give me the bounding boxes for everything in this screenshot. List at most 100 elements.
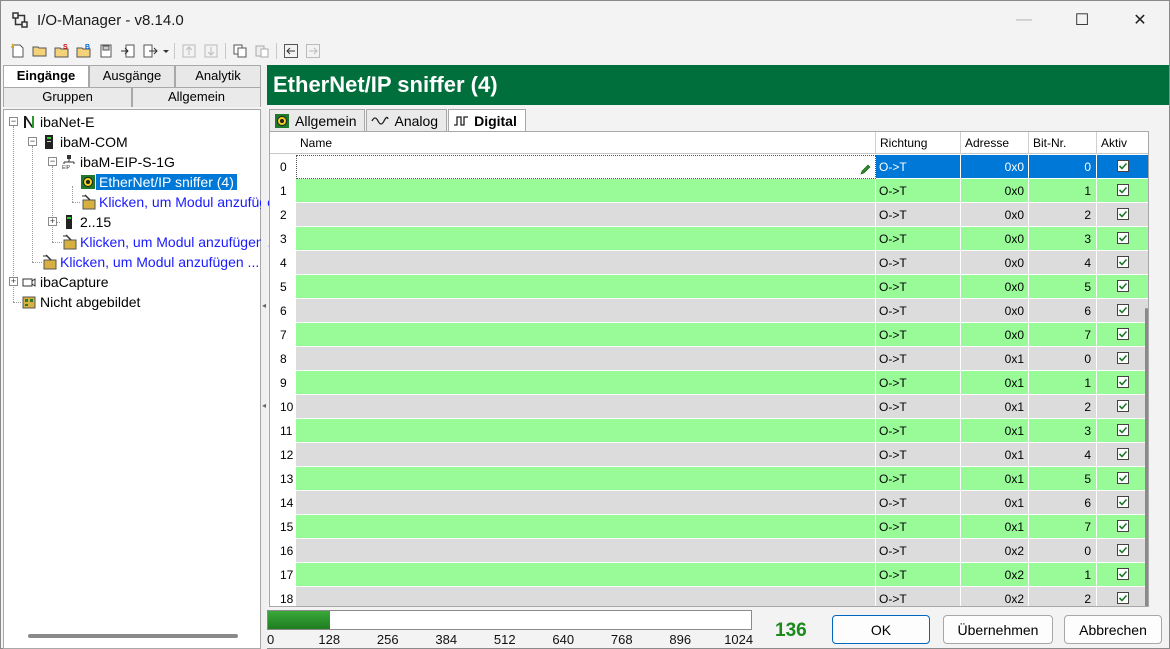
signal-name-cell[interactable] <box>296 347 876 371</box>
tab-analog[interactable]: Analog <box>366 109 448 131</box>
bit-number-cell[interactable]: 3 <box>1029 419 1097 443</box>
aktiv-checkbox[interactable] <box>1117 304 1129 316</box>
table-row[interactable]: 10 O->T 0x1 2 <box>270 395 1148 419</box>
tree-node-add-module[interactable]: Klicken, um Modul anzufügen ... <box>61 232 282 252</box>
table-row[interactable]: 7 O->T 0x0 7 <box>270 323 1148 347</box>
signal-name-cell[interactable] <box>296 395 876 419</box>
direction-cell[interactable]: O->T <box>876 179 961 203</box>
aktiv-checkbox[interactable] <box>1117 544 1129 556</box>
tree-node-slots-2-15[interactable]: 2..15 <box>61 212 114 232</box>
tree-node-ibacapture[interactable]: ibaCapture <box>21 272 112 292</box>
expand-icon[interactable]: + <box>9 277 18 286</box>
table-row[interactable]: 1 O->T 0x0 1 <box>270 179 1148 203</box>
signal-name-cell[interactable] <box>296 587 876 606</box>
ok-button[interactable]: OK <box>832 615 930 644</box>
address-cell[interactable]: 0x1 <box>961 443 1029 467</box>
address-cell[interactable]: 0x0 <box>961 251 1029 275</box>
address-cell[interactable]: 0x0 <box>961 275 1029 299</box>
apply-button[interactable]: Übernehmen <box>943 615 1053 644</box>
signal-name-cell[interactable] <box>296 443 876 467</box>
tab-digital[interactable]: Digital <box>448 109 526 132</box>
close-button[interactable]: ✕ <box>1111 1 1169 39</box>
aktiv-checkbox[interactable] <box>1117 592 1129 604</box>
address-cell[interactable]: 0x1 <box>961 491 1029 515</box>
address-cell[interactable]: 0x1 <box>961 395 1029 419</box>
bit-number-cell[interactable]: 2 <box>1029 203 1097 227</box>
paste-icon[interactable] <box>251 40 273 62</box>
collapse-icon[interactable]: − <box>48 157 57 166</box>
signal-name-cell[interactable] <box>296 371 876 395</box>
save-s-icon[interactable]: S <box>51 40 73 62</box>
aktiv-checkbox[interactable] <box>1117 280 1129 292</box>
tab-analytik[interactable]: Analytik <box>175 65 261 87</box>
table-row[interactable]: 15 O->T 0x1 7 <box>270 515 1148 539</box>
direction-cell[interactable]: O->T <box>876 419 961 443</box>
expand-icon[interactable]: + <box>48 217 57 226</box>
signal-name-cell[interactable] <box>296 203 876 227</box>
tab-eingaenge[interactable]: Eingänge <box>3 65 89 87</box>
table-row[interactable]: 14 O->T 0x1 6 <box>270 491 1148 515</box>
address-cell[interactable]: 0x0 <box>961 299 1029 323</box>
collapse-icon[interactable]: − <box>9 117 18 126</box>
address-cell[interactable]: 0x1 <box>961 347 1029 371</box>
collapse-icon[interactable]: − <box>28 137 37 146</box>
cancel-button[interactable]: Abbrechen <box>1064 615 1162 644</box>
tab-ausgaenge[interactable]: Ausgänge <box>89 65 175 87</box>
move-up-icon[interactable] <box>178 40 200 62</box>
address-cell[interactable]: 0x1 <box>961 515 1029 539</box>
bit-number-cell[interactable]: 0 <box>1029 347 1097 371</box>
direction-cell[interactable]: O->T <box>876 203 961 227</box>
direction-cell[interactable]: O->T <box>876 539 961 563</box>
nav-right-icon[interactable] <box>302 40 324 62</box>
table-row[interactable]: 5 O->T 0x0 5 <box>270 275 1148 299</box>
direction-cell[interactable]: O->T <box>876 587 961 606</box>
table-vertical-scrollbar[interactable] <box>1145 308 1148 606</box>
signal-name-cell[interactable] <box>296 299 876 323</box>
open-icon[interactable] <box>29 40 51 62</box>
tree-node-ethernetip-sniffer[interactable]: EtherNet/IP sniffer (4) <box>80 172 237 192</box>
address-cell[interactable]: 0x1 <box>961 371 1029 395</box>
signal-name-cell[interactable] <box>296 491 876 515</box>
new-icon[interactable] <box>7 40 29 62</box>
table-row[interactable]: 18 O->T 0x2 2 <box>270 587 1148 606</box>
aktiv-checkbox[interactable] <box>1117 256 1129 268</box>
bit-number-cell[interactable]: 2 <box>1029 587 1097 606</box>
signal-name-cell[interactable] <box>296 155 876 179</box>
copy-icon[interactable] <box>229 40 251 62</box>
direction-cell[interactable]: O->T <box>876 251 961 275</box>
maximize-button[interactable]: ☐ <box>1053 1 1111 39</box>
address-cell[interactable]: 0x0 <box>961 227 1029 251</box>
address-cell[interactable]: 0x0 <box>961 203 1029 227</box>
import-icon[interactable] <box>117 40 139 62</box>
direction-cell[interactable]: O->T <box>876 395 961 419</box>
aktiv-checkbox[interactable] <box>1117 568 1129 580</box>
direction-cell[interactable]: O->T <box>876 323 961 347</box>
aktiv-checkbox[interactable] <box>1117 520 1129 532</box>
direction-cell[interactable]: O->T <box>876 299 961 323</box>
table-row[interactable]: 0 O->T 0x0 0 <box>270 155 1148 179</box>
tree-node-ibam-eip[interactable]: EIP ibaM-EIP-S-1G <box>61 152 178 172</box>
direction-cell[interactable]: O->T <box>876 227 961 251</box>
save-b-icon[interactable]: B <box>73 40 95 62</box>
bit-number-cell[interactable]: 4 <box>1029 443 1097 467</box>
signal-name-cell[interactable] <box>296 419 876 443</box>
direction-cell[interactable]: O->T <box>876 515 961 539</box>
bit-number-cell[interactable]: 4 <box>1029 251 1097 275</box>
aktiv-checkbox[interactable] <box>1117 328 1129 340</box>
bit-number-cell[interactable]: 3 <box>1029 227 1097 251</box>
table-row[interactable]: 11 O->T 0x1 3 <box>270 419 1148 443</box>
bit-number-cell[interactable]: 7 <box>1029 515 1097 539</box>
address-cell[interactable]: 0x2 <box>961 587 1029 606</box>
tree-horizontal-scrollbar[interactable] <box>28 634 238 638</box>
header-adresse[interactable]: Adresse <box>961 132 1029 154</box>
signal-name-cell[interactable] <box>296 323 876 347</box>
tree-node-ibam-com[interactable]: ibaM-COM <box>41 132 131 152</box>
nav-left-icon[interactable] <box>280 40 302 62</box>
table-row[interactable]: 8 O->T 0x1 0 <box>270 347 1148 371</box>
direction-cell[interactable]: O->T <box>876 443 961 467</box>
save-disk-icon[interactable] <box>95 40 117 62</box>
aktiv-checkbox[interactable] <box>1117 232 1129 244</box>
table-row[interactable]: 9 O->T 0x1 1 <box>270 371 1148 395</box>
signal-name-cell[interactable] <box>296 227 876 251</box>
header-richtung[interactable]: Richtung <box>876 132 961 154</box>
